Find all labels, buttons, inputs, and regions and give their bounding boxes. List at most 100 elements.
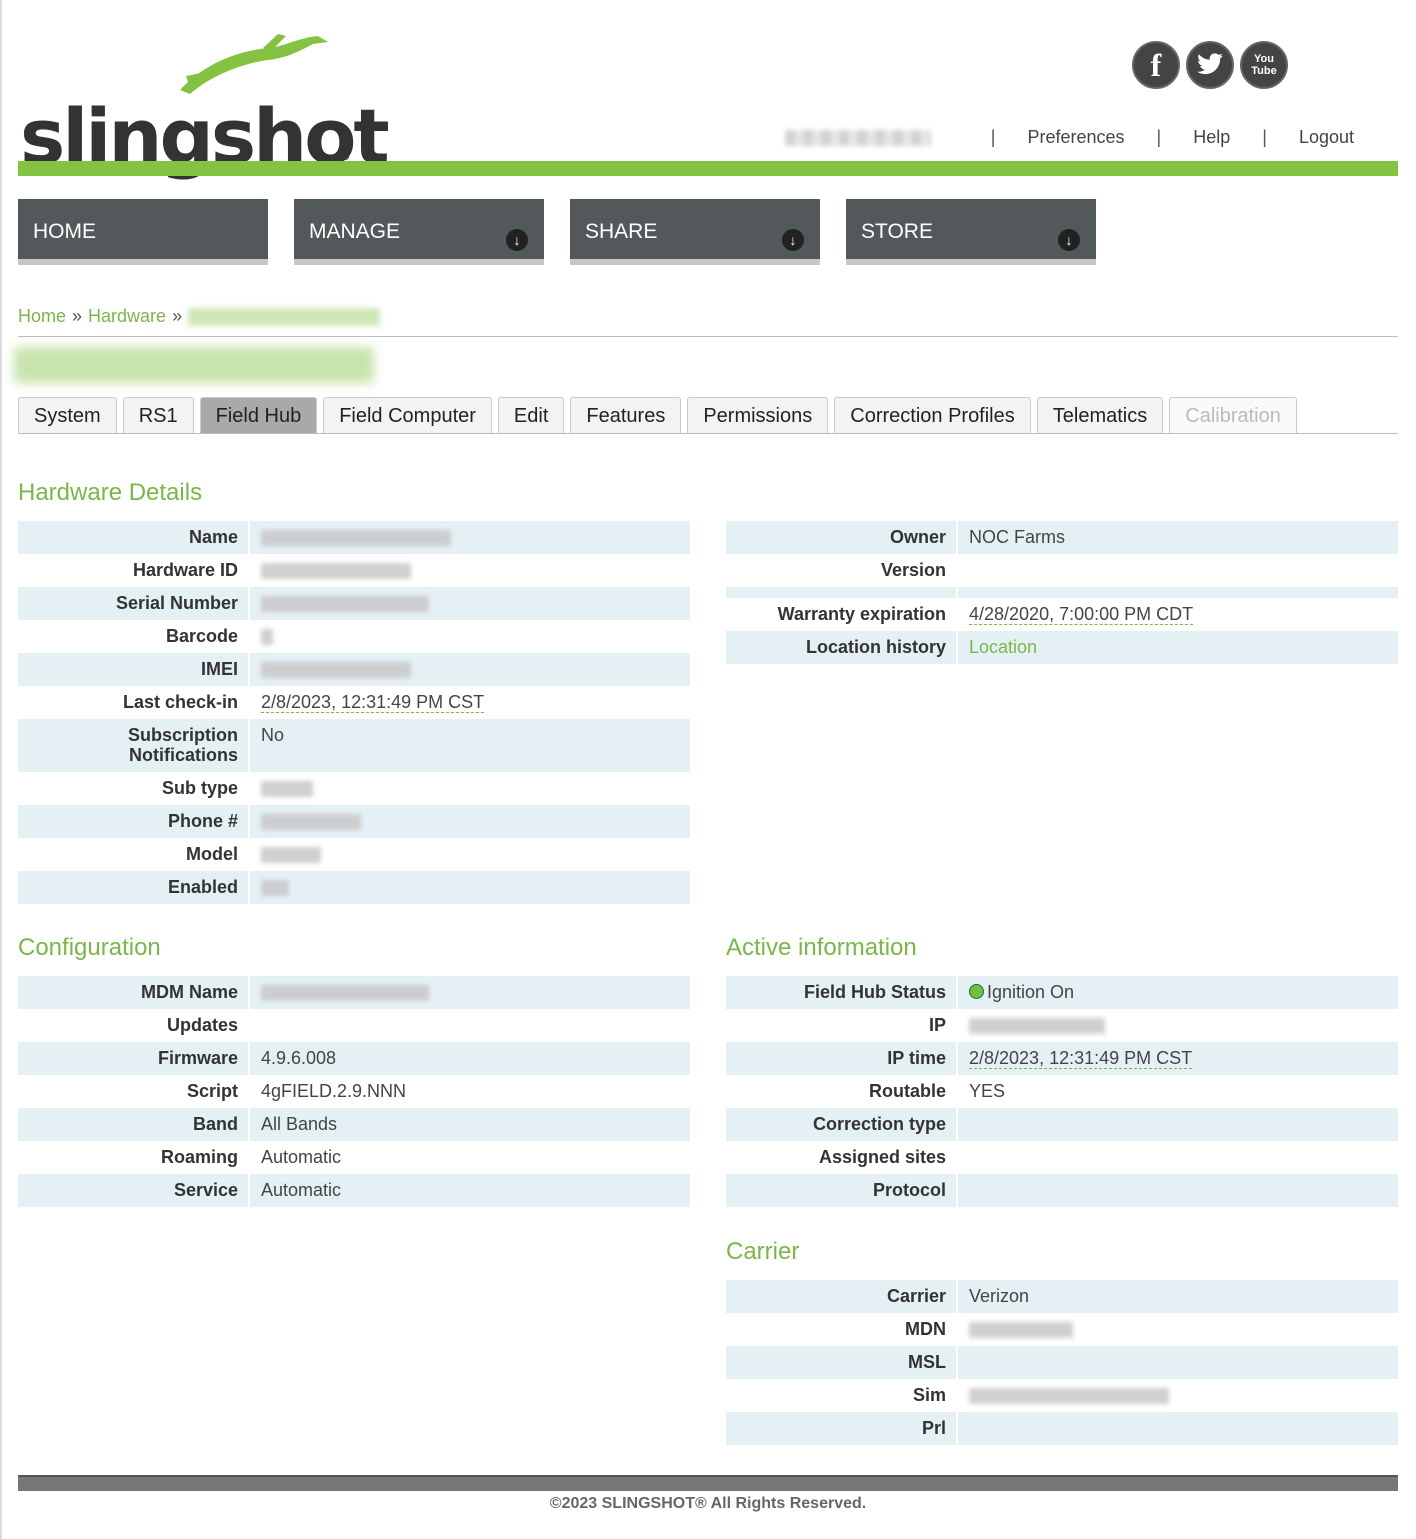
carrier-table: Carrier Verizon MDN MSL Sim Prl — [726, 1280, 1398, 1445]
table-row: Assigned sites — [726, 1141, 1398, 1174]
tab-field-hub[interactable]: Field Hub — [199, 397, 318, 434]
nav-store[interactable]: STORE ↓ — [846, 199, 1096, 265]
table-row: MDN — [726, 1313, 1398, 1346]
table-row: Prl — [726, 1412, 1398, 1445]
table-row: Sim — [726, 1379, 1398, 1412]
barcode-redacted — [261, 629, 273, 646]
name-redacted — [261, 530, 451, 547]
chevron-down-icon: ↓ — [506, 229, 528, 251]
table-row: Location history Location — [726, 631, 1398, 664]
hardware-details-right-table: Owner NOC Farms Version Warranty expirat… — [726, 521, 1398, 664]
tab-features[interactable]: Features — [570, 397, 682, 434]
table-row: IP time 2/8/2023, 12:31:49 PM CST — [726, 1042, 1398, 1075]
table-row: Band All Bands — [18, 1108, 690, 1141]
table-row: Sub type — [18, 772, 690, 805]
warranty-value: 4/28/2020, 7:00:00 PM CDT — [969, 604, 1194, 625]
hardware-details-title: Hardware Details — [18, 479, 203, 506]
footer-copyright: ©2023 SLINGSHOT® All Rights Reserved. — [549, 1495, 867, 1512]
table-row: Version — [726, 554, 1398, 587]
active-information-table: Field Hub Status Ignition On IP IP time … — [726, 976, 1398, 1207]
table-row: Warranty expiration 4/28/2020, 7:00:00 P… — [726, 598, 1398, 631]
configuration-title: Configuration — [18, 934, 161, 961]
model-redacted — [261, 847, 321, 864]
hardware-id-redacted — [261, 563, 411, 580]
tab-calibration: Calibration — [1169, 397, 1297, 434]
tab-correction-profiles[interactable]: Correction Profiles — [834, 397, 1031, 434]
tab-edit[interactable]: Edit — [497, 397, 565, 434]
hardware-details-table: Name Hardware ID Serial Number Barcode I… — [18, 521, 690, 904]
table-row — [726, 587, 1398, 598]
breadcrumb-divider — [18, 336, 1398, 337]
tab-telematics[interactable]: Telematics — [1036, 397, 1164, 434]
table-row: Carrier Verizon — [726, 1280, 1398, 1313]
table-row: Updates — [18, 1009, 690, 1042]
table-row: Name — [18, 521, 690, 554]
table-row: IMEI — [18, 653, 690, 686]
tab-system[interactable]: System — [18, 397, 117, 434]
logout-link[interactable]: Logout — [1299, 127, 1354, 148]
table-row: Service Automatic — [18, 1174, 690, 1207]
facebook-icon[interactable]: f — [1132, 41, 1180, 89]
serial-redacted — [261, 596, 429, 613]
table-row: Model — [18, 838, 690, 871]
enabled-redacted — [261, 880, 289, 897]
tab-rs1[interactable]: RS1 — [122, 397, 194, 434]
breadcrumb-hardware[interactable]: Hardware — [88, 306, 166, 327]
mdn-redacted — [969, 1322, 1073, 1339]
frog-logo-icon — [180, 34, 328, 94]
imei-redacted — [261, 662, 411, 679]
table-row: Subscription Notifications No — [18, 719, 690, 772]
location-link[interactable]: Location — [969, 637, 1037, 657]
nav-manage[interactable]: MANAGE ↓ — [294, 199, 544, 265]
user-nav: | Preferences | Help | Logout — [784, 127, 1354, 148]
social-links: f You Tube — [1132, 41, 1288, 89]
table-row: Serial Number — [18, 587, 690, 620]
chevron-down-icon: ↓ — [1058, 229, 1080, 251]
table-row: Protocol — [726, 1174, 1398, 1207]
table-row: Roaming Automatic — [18, 1141, 690, 1174]
table-row: Phone # — [18, 805, 690, 838]
table-row: Enabled — [18, 871, 690, 904]
table-row: MSL — [726, 1346, 1398, 1379]
status-value: Ignition On — [987, 982, 1075, 1002]
table-row: IP — [726, 1009, 1398, 1042]
slingshot-logo[interactable]: slingshot ® — [18, 30, 390, 181]
phone-redacted — [261, 814, 361, 831]
tab-divider — [18, 433, 1398, 434]
last-checkin-value: 2/8/2023, 12:31:49 PM CST — [261, 692, 485, 713]
table-row: Field Hub Status Ignition On — [726, 976, 1398, 1009]
breadcrumb-home[interactable]: Home — [18, 306, 66, 327]
table-row: Routable YES — [726, 1075, 1398, 1108]
preferences-link[interactable]: Preferences — [1027, 127, 1124, 148]
table-row: Hardware ID — [18, 554, 690, 587]
breadcrumb-current-redacted — [188, 307, 381, 326]
table-row: Firmware 4.9.6.008 — [18, 1042, 690, 1075]
sub-type-redacted — [261, 781, 313, 798]
ip-time-value: 2/8/2023, 12:31:49 PM CST — [969, 1048, 1193, 1069]
main-nav: HOME MANAGE ↓ SHARE ↓ STORE ↓ — [18, 199, 1096, 265]
status-dot-icon — [969, 984, 984, 999]
carrier-title: Carrier — [726, 1238, 800, 1265]
breadcrumb: Home » Hardware » — [18, 306, 381, 327]
tab-field-computer[interactable]: Field Computer — [323, 397, 492, 434]
page-title-redacted — [14, 347, 374, 383]
tab-bar: System RS1 Field Hub Field Computer Edit… — [18, 397, 1297, 434]
header-divider — [18, 161, 1398, 176]
tab-permissions[interactable]: Permissions — [687, 397, 829, 434]
configuration-table: MDM Name Updates Firmware 4.9.6.008 Scri… — [18, 976, 690, 1207]
table-row: MDM Name — [18, 976, 690, 1009]
twitter-icon[interactable] — [1186, 41, 1234, 89]
table-row: Barcode — [18, 620, 690, 653]
chevron-down-icon: ↓ — [782, 229, 804, 251]
table-row: Owner NOC Farms — [726, 521, 1398, 554]
sim-redacted — [969, 1388, 1169, 1405]
active-information-title: Active information — [726, 934, 917, 961]
nav-share[interactable]: SHARE ↓ — [570, 199, 820, 265]
nav-home[interactable]: HOME — [18, 199, 268, 265]
footer-divider — [18, 1475, 1398, 1491]
youtube-icon[interactable]: You Tube — [1240, 41, 1288, 89]
help-link[interactable]: Help — [1193, 127, 1230, 148]
ip-redacted — [969, 1018, 1105, 1035]
mdm-redacted — [261, 985, 429, 1002]
username-redacted — [784, 129, 931, 146]
